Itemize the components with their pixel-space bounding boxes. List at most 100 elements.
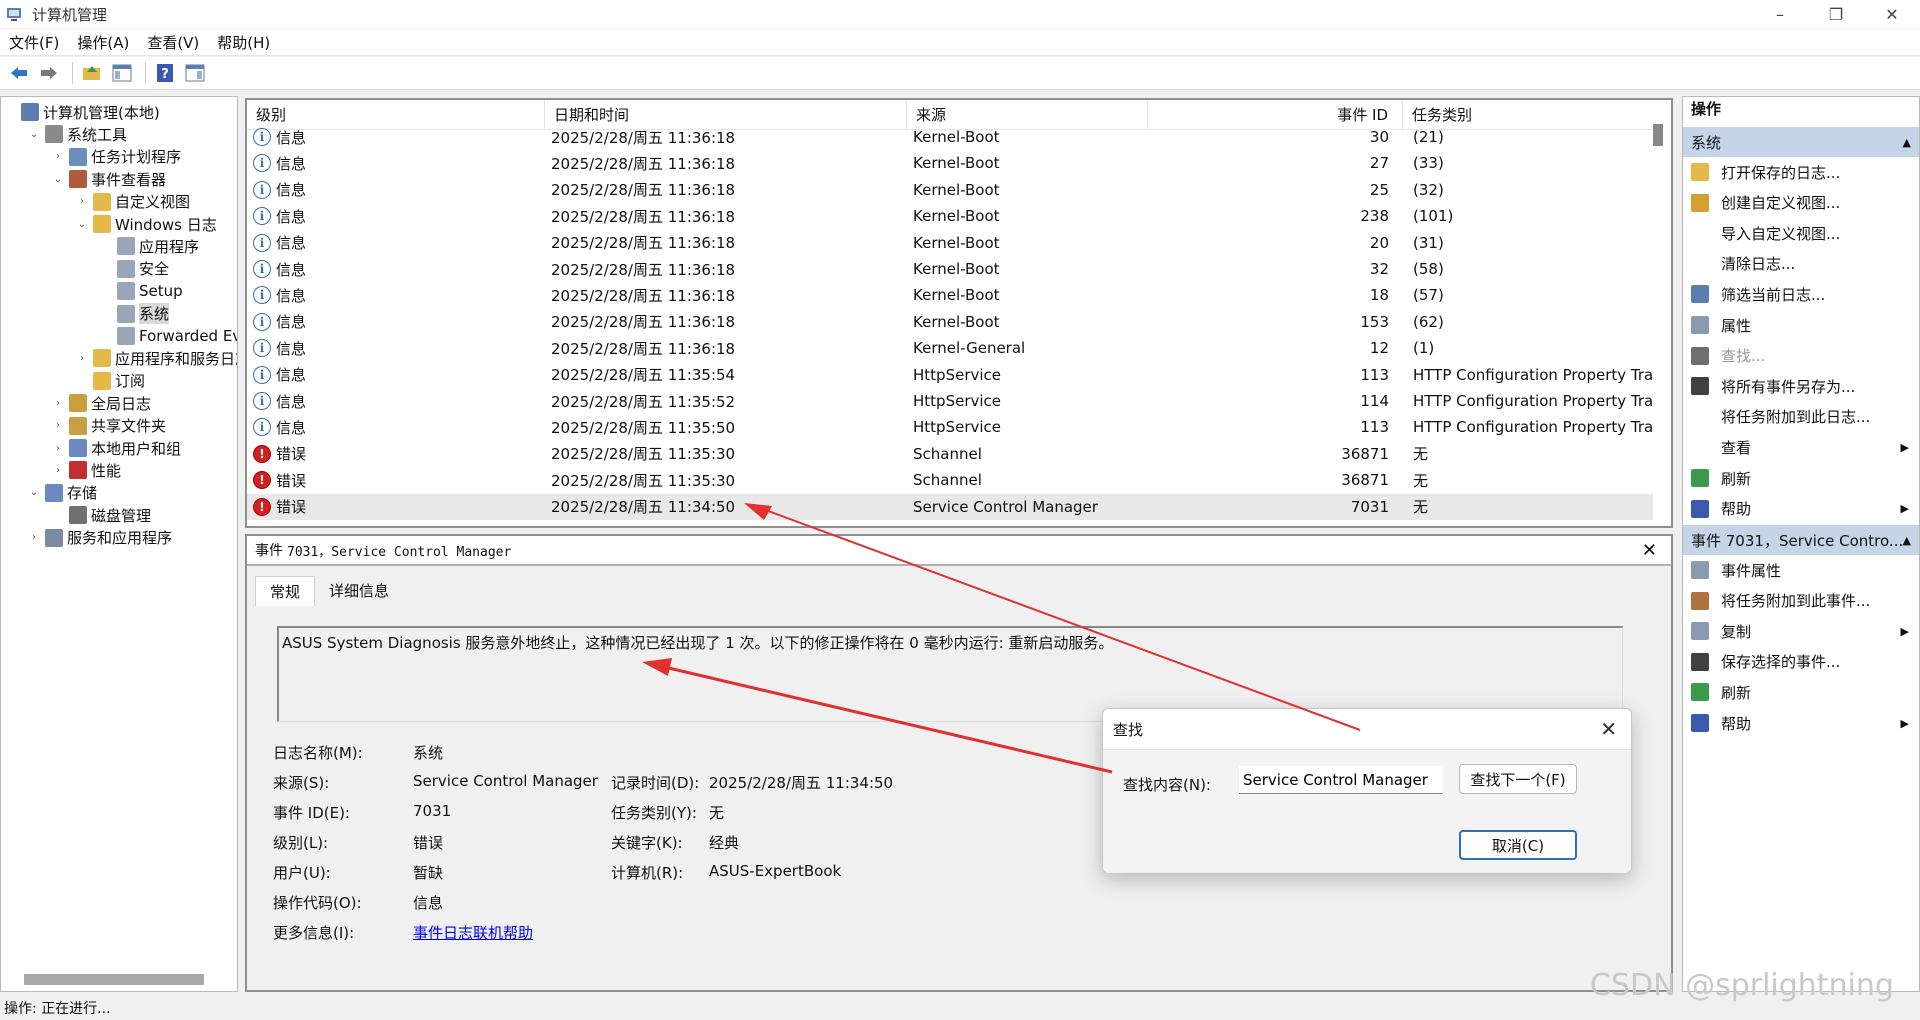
tree-horizontal-scrollbar[interactable] bbox=[24, 974, 204, 985]
computer-value: ASUS-ExpertBook bbox=[709, 862, 842, 880]
tree-item[interactable]: › 自定义视图 bbox=[75, 191, 190, 213]
tree-item[interactable]: 订阅 bbox=[75, 370, 145, 392]
action-item[interactable]: 将任务附加到此事件... bbox=[1683, 586, 1919, 616]
tree-item[interactable]: › 本地用户和组 bbox=[51, 437, 181, 459]
action-item[interactable]: 复制 ▶ bbox=[1683, 616, 1919, 646]
table-row[interactable]: i 信息 2025/2/28/周五 11:36:18 Kernel-Boot 32 (58… bbox=[247, 256, 1653, 282]
minimize-button[interactable]: – bbox=[1752, 0, 1808, 28]
tree-item[interactable]: ⌄ Windows 日志 bbox=[75, 213, 217, 235]
tree-item[interactable]: › 性能 bbox=[51, 459, 121, 481]
table-row[interactable]: i 信息 2025/2/28/周五 11:35:54 HttpService 113 HT… bbox=[247, 362, 1653, 388]
find-dialog-close-icon[interactable]: ✕ bbox=[1600, 717, 1617, 741]
tree-item[interactable]: 系统 bbox=[99, 303, 170, 325]
tree-item[interactable]: 应用程序 bbox=[99, 235, 199, 257]
table-row[interactable]: ! 错误 2025/2/28/周五 11:35:30 Schannel 36871 无 bbox=[247, 467, 1653, 493]
tree-item[interactable]: ⌄ 存储 bbox=[27, 482, 97, 504]
cell-level: i 信息 bbox=[247, 153, 545, 174]
tree-item[interactable]: 磁盘管理 bbox=[51, 504, 151, 526]
find-next-button[interactable]: 查找下一个(F) bbox=[1459, 764, 1577, 794]
expander-icon[interactable]: › bbox=[51, 465, 65, 476]
forward-arrow-icon[interactable] bbox=[36, 60, 62, 86]
detail-close-icon[interactable]: ✕ bbox=[1642, 540, 1657, 561]
table-row[interactable]: ! 错误 2025/2/28/周五 11:35:30 Schannel 36871 无 bbox=[247, 441, 1653, 467]
action-item[interactable]: 刷新 bbox=[1683, 463, 1919, 493]
tree-item[interactable]: › 服务和应用程序 bbox=[27, 527, 172, 549]
action-item[interactable]: 筛选当前日志... bbox=[1683, 279, 1919, 309]
table-row[interactable]: i 信息 2025/2/28/周五 11:35:52 HttpService 114 HT… bbox=[247, 388, 1653, 414]
info-icon: i bbox=[253, 312, 271, 331]
action-item[interactable]: 将任务附加到此日志... bbox=[1683, 402, 1919, 432]
tree-item[interactable]: Setup bbox=[99, 280, 183, 302]
expander-icon[interactable]: › bbox=[51, 151, 65, 162]
info-icon: i bbox=[253, 365, 271, 384]
expander-icon[interactable]: ⌄ bbox=[27, 129, 41, 140]
back-arrow-icon[interactable] bbox=[6, 60, 32, 86]
action-item[interactable]: 刷新 bbox=[1683, 677, 1919, 707]
action-item[interactable]: 将所有事件另存为... bbox=[1683, 371, 1919, 401]
maximize-button[interactable]: ❐ bbox=[1808, 0, 1864, 28]
table-row[interactable]: i 信息 2025/2/28/周五 11:36:18 Kernel-Boot 25 (32… bbox=[247, 177, 1653, 203]
action-item[interactable]: 打开保存的日志... bbox=[1683, 157, 1919, 187]
table-row[interactable]: i 信息 2025/2/28/周五 11:36:18 Kernel-Boot 20 (31… bbox=[247, 230, 1653, 256]
actions-title: 操作 bbox=[1691, 100, 1722, 118]
tree-item[interactable]: 计算机管理(本地) bbox=[3, 101, 160, 123]
action-label: 保存选择的事件... bbox=[1721, 653, 1841, 672]
tree-item[interactable]: ⌄ 事件查看器 bbox=[51, 168, 166, 190]
expander-icon[interactable]: › bbox=[51, 398, 65, 409]
action-item[interactable]: 清除日志... bbox=[1683, 249, 1919, 279]
actions-section-event[interactable]: 事件 7031，Service Contro... ▲ bbox=[1683, 525, 1919, 555]
collapse-arrow-icon[interactable]: ▲ bbox=[1903, 534, 1911, 547]
expander-icon[interactable]: ⌄ bbox=[27, 487, 41, 498]
tree-item[interactable]: Forwarded Even bbox=[99, 325, 237, 347]
expander-icon[interactable]: › bbox=[27, 532, 41, 543]
tree-item[interactable]: › 任务计划程序 bbox=[51, 146, 181, 168]
tree-item[interactable]: 安全 bbox=[99, 258, 169, 280]
action-item[interactable]: 属性 bbox=[1683, 310, 1919, 340]
action-item[interactable]: 帮助 ▶ bbox=[1683, 494, 1919, 524]
expander-icon[interactable]: › bbox=[51, 443, 65, 454]
help-icon[interactable]: ? bbox=[152, 60, 178, 86]
action-item[interactable]: 创建自定义视图... bbox=[1683, 188, 1919, 218]
table-row[interactable]: i 信息 2025/2/28/周五 11:35:50 HttpService 113 HT… bbox=[247, 414, 1653, 440]
action-item[interactable]: 导入自定义视图... bbox=[1683, 218, 1919, 248]
action-item[interactable]: 查看 ▶ bbox=[1683, 432, 1919, 462]
show-hide-tree-icon[interactable] bbox=[109, 60, 135, 86]
close-button[interactable]: ✕ bbox=[1864, 0, 1920, 28]
action-item[interactable]: 帮助 ▶ bbox=[1683, 708, 1919, 738]
menu-view[interactable]: 查看(V) bbox=[138, 32, 208, 53]
actions-section-system[interactable]: 系统 ▲ bbox=[1683, 127, 1919, 157]
expander-icon[interactable]: › bbox=[51, 420, 65, 431]
tree-item[interactable]: › 应用程序和服务日志 bbox=[75, 347, 237, 369]
event-list-scrollbar-thumb[interactable] bbox=[1653, 124, 1663, 146]
info-icon: i bbox=[253, 260, 271, 278]
more-info-link[interactable]: 事件日志联机帮助 bbox=[413, 922, 533, 943]
expander-icon[interactable]: ⌄ bbox=[75, 219, 89, 230]
menu-action[interactable]: 操作(A) bbox=[68, 32, 138, 53]
tab-details[interactable]: 详细信息 bbox=[315, 576, 403, 606]
tree-item[interactable]: › 共享文件夹 bbox=[51, 415, 166, 437]
tree-item[interactable]: ⌄ 系统工具 bbox=[27, 123, 127, 145]
table-row[interactable]: i 信息 2025/2/28/周五 11:36:18 Kernel-Boot 18 (57… bbox=[247, 282, 1653, 308]
table-row[interactable]: i 信息 2025/2/28/周五 11:36:18 Kernel-Boot 238 (1… bbox=[247, 203, 1653, 229]
table-row[interactable]: i 信息 2025/2/28/周五 11:36:18 Kernel-General 12… bbox=[247, 335, 1653, 361]
table-row[interactable]: i 信息 2025/2/28/周五 11:36:18 Kernel-Boot 153 (6… bbox=[247, 309, 1653, 335]
table-row[interactable]: i 信息 2025/2/28/周五 11:36:18 Kernel-Boot 27 (33… bbox=[247, 150, 1653, 176]
up-folder-icon[interactable] bbox=[79, 60, 105, 86]
tree-item[interactable]: › 全局日志 bbox=[51, 392, 151, 414]
menu-file[interactable]: 文件(F) bbox=[0, 32, 68, 53]
tab-general[interactable]: 常规 bbox=[255, 576, 316, 606]
action-item[interactable]: 事件属性 bbox=[1683, 555, 1919, 585]
cancel-button[interactable]: 取消(C) bbox=[1459, 830, 1577, 860]
table-row[interactable]: ! 错误 2025/2/28/周五 11:34:50 Service Control … bbox=[247, 493, 1653, 520]
show-hide-action-pane-icon[interactable] bbox=[182, 60, 208, 86]
menu-help[interactable]: 帮助(H) bbox=[208, 32, 279, 53]
expander-icon[interactable]: › bbox=[75, 353, 89, 364]
action-item[interactable]: 查找... bbox=[1683, 341, 1919, 371]
find-what-input[interactable] bbox=[1239, 766, 1443, 794]
action-item[interactable]: 保存选择的事件... bbox=[1683, 647, 1919, 677]
expander-icon[interactable]: ⌄ bbox=[51, 174, 65, 185]
expander-icon[interactable]: › bbox=[75, 196, 89, 207]
collapse-arrow-icon[interactable]: ▲ bbox=[1903, 136, 1911, 149]
table-row[interactable]: i 信息 2025/2/28/周五 11:36:18 Kernel-Boot 30 (21… bbox=[247, 124, 1653, 150]
cell-datetime: 2025/2/28/周五 11:35:30 bbox=[551, 471, 736, 490]
